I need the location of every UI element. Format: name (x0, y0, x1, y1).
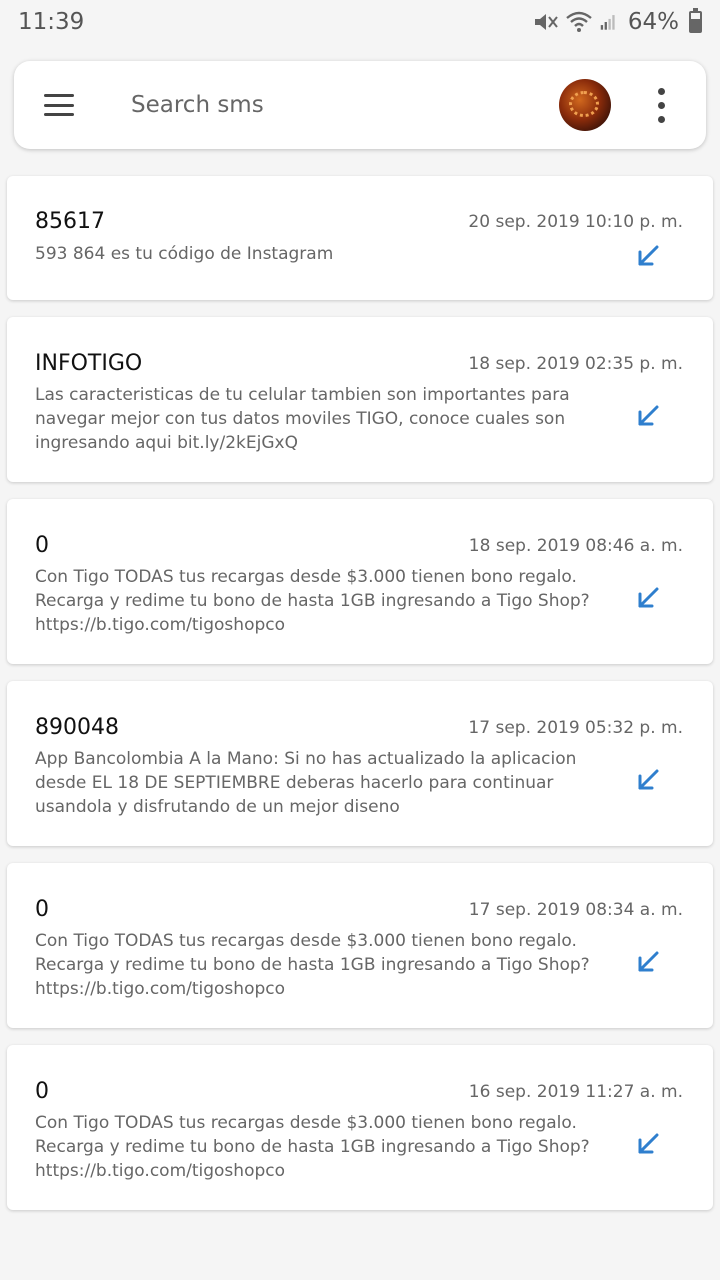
message-sender: 0 (35, 897, 49, 922)
message-card[interactable]: 0 16 sep. 2019 11:27 a. m. Con Tigo TODA… (7, 1045, 713, 1210)
message-sender: 0 (35, 533, 49, 558)
message-card[interactable]: 85617 20 sep. 2019 10:10 p. m. 593 864 e… (7, 176, 713, 300)
message-card[interactable]: 890048 17 sep. 2019 05:32 p. m. App Banc… (7, 681, 713, 846)
incoming-arrow-icon (638, 769, 659, 790)
message-sender: 0 (35, 1079, 49, 1104)
status-bar: 11:39 64% (0, 0, 720, 44)
message-date: 16 sep. 2019 11:27 a. m. (468, 1082, 683, 1102)
wifi-icon (566, 11, 592, 32)
more-vertical-icon (657, 87, 665, 95)
avatar[interactable] (559, 79, 611, 131)
message-date: 20 sep. 2019 10:10 p. m. (468, 212, 683, 232)
message-sender: 890048 (35, 715, 119, 740)
message-date: 17 sep. 2019 05:32 p. m. (468, 718, 683, 738)
more-options-button[interactable] (641, 61, 681, 149)
message-card[interactable]: 0 18 sep. 2019 08:46 a. m. Con Tigo TODA… (7, 499, 713, 664)
incoming-arrow-icon (638, 587, 659, 608)
message-body: App Bancolombia A la Mano: Si no has act… (35, 749, 577, 817)
status-icons: 64% (532, 8, 702, 35)
message-date: 17 sep. 2019 08:34 a. m. (468, 900, 683, 920)
signal-icon (600, 15, 615, 30)
search-input[interactable] (129, 91, 559, 119)
search-bar (14, 61, 706, 149)
battery-icon (689, 8, 702, 33)
message-body: Las caracteristicas de tu celular tambie… (35, 385, 570, 453)
message-date: 18 sep. 2019 08:46 a. m. (468, 536, 683, 556)
message-body: Con Tigo TODAS tus recargas desde $3.000… (35, 567, 590, 635)
mute-icon (534, 14, 558, 30)
status-time: 11:39 (18, 9, 85, 35)
message-body: Con Tigo TODAS tus recargas desde $3.000… (35, 1113, 590, 1181)
battery-fill (691, 19, 700, 31)
incoming-arrow-icon (638, 1133, 659, 1154)
message-date: 18 sep. 2019 02:35 p. m. (468, 354, 683, 374)
incoming-arrow-icon (638, 951, 659, 972)
message-body: Con Tigo TODAS tus recargas desde $3.000… (35, 931, 590, 999)
message-body: 593 864 es tu código de Instagram (35, 244, 334, 264)
battery-percent: 64% (627, 9, 679, 35)
message-sender: INFOTIGO (35, 351, 143, 376)
incoming-arrow-icon (638, 405, 659, 426)
message-card[interactable]: 0 17 sep. 2019 08:34 a. m. Con Tigo TODA… (7, 863, 713, 1028)
hamburger-menu-icon (44, 94, 74, 116)
message-sender: 85617 (35, 209, 105, 234)
message-card[interactable]: INFOTIGO 18 sep. 2019 02:35 p. m. Las ca… (7, 317, 713, 482)
menu-button[interactable] (14, 61, 104, 149)
incoming-arrow-icon (638, 245, 659, 266)
